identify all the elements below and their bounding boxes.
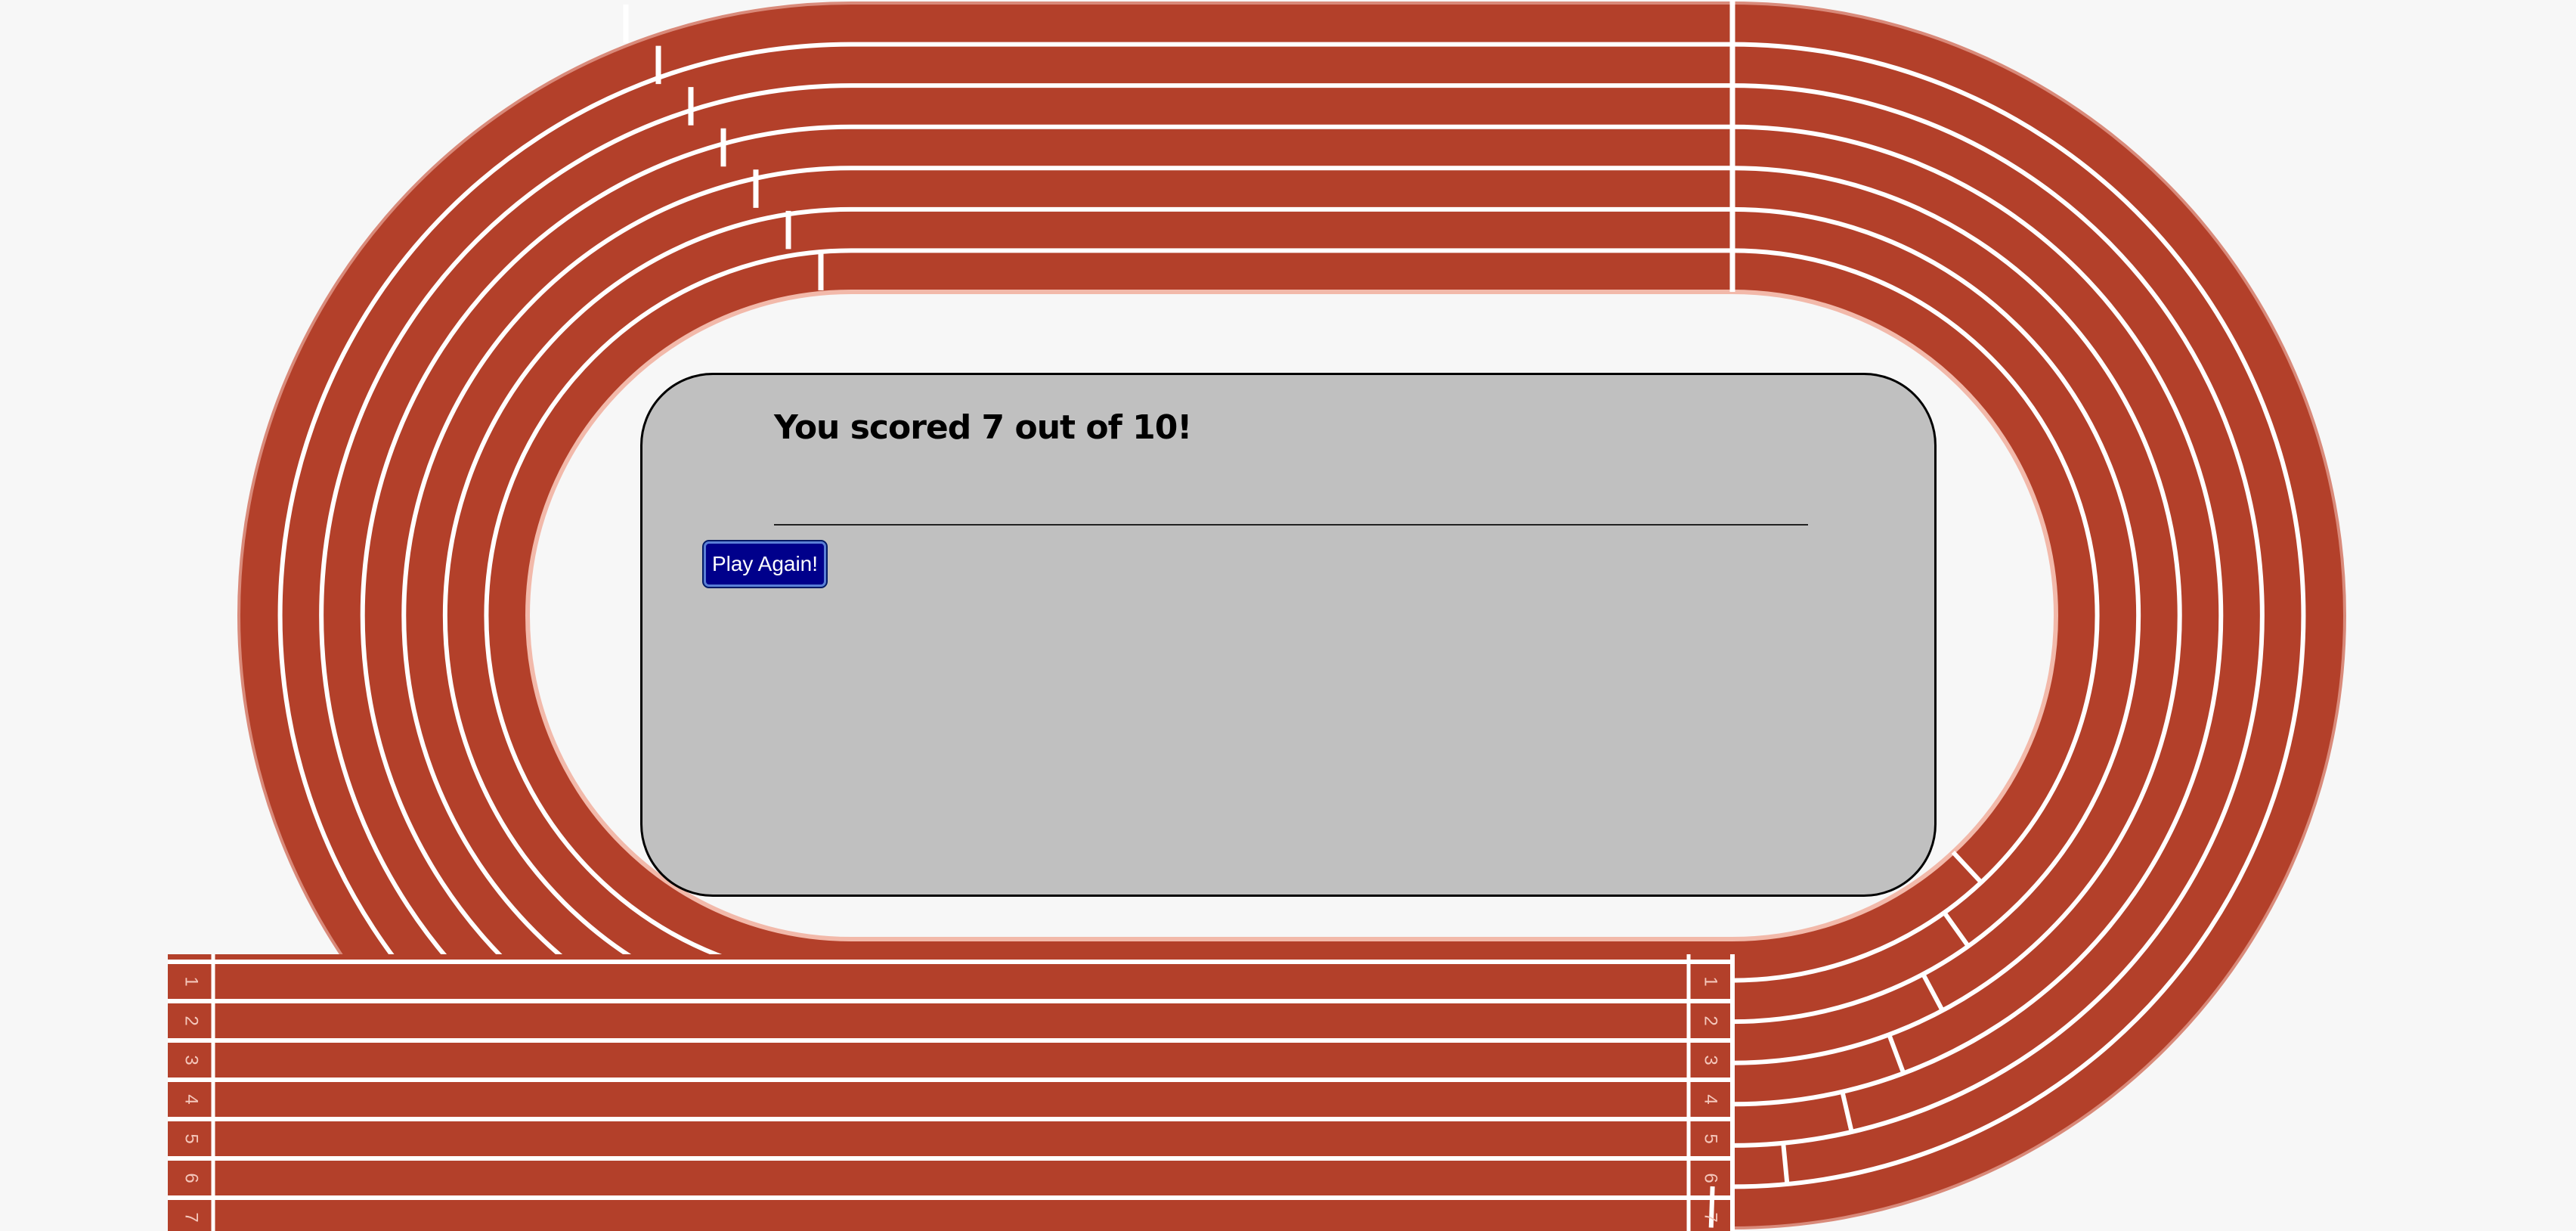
lane-number: 1 <box>181 976 202 986</box>
score-message: You scored 7 out of 10! <box>774 408 1192 447</box>
lane-number: 2 <box>181 1015 202 1025</box>
lane-number: 7 <box>1701 1212 1721 1222</box>
lane-number: 5 <box>181 1133 202 1143</box>
home-straight <box>168 954 1735 1231</box>
lane-number: 3 <box>1701 1055 1721 1065</box>
lane-number: 3 <box>181 1055 202 1065</box>
divider-line <box>774 524 1808 526</box>
straight-surface <box>168 954 1732 1231</box>
lane-number: 4 <box>1701 1094 1721 1104</box>
lane-number: 5 <box>1701 1133 1721 1143</box>
lane-number: 6 <box>181 1173 202 1183</box>
lane-number: 1 <box>1701 976 1721 986</box>
lane-number: 4 <box>181 1094 202 1104</box>
play-again-button[interactable]: Play Again! <box>704 541 826 587</box>
lane-number: 6 <box>1701 1173 1721 1183</box>
result-panel: You scored 7 out of 10! Play Again! <box>640 373 1937 897</box>
lane-number: 2 <box>1701 1015 1721 1025</box>
lane-number: 7 <box>181 1212 202 1222</box>
